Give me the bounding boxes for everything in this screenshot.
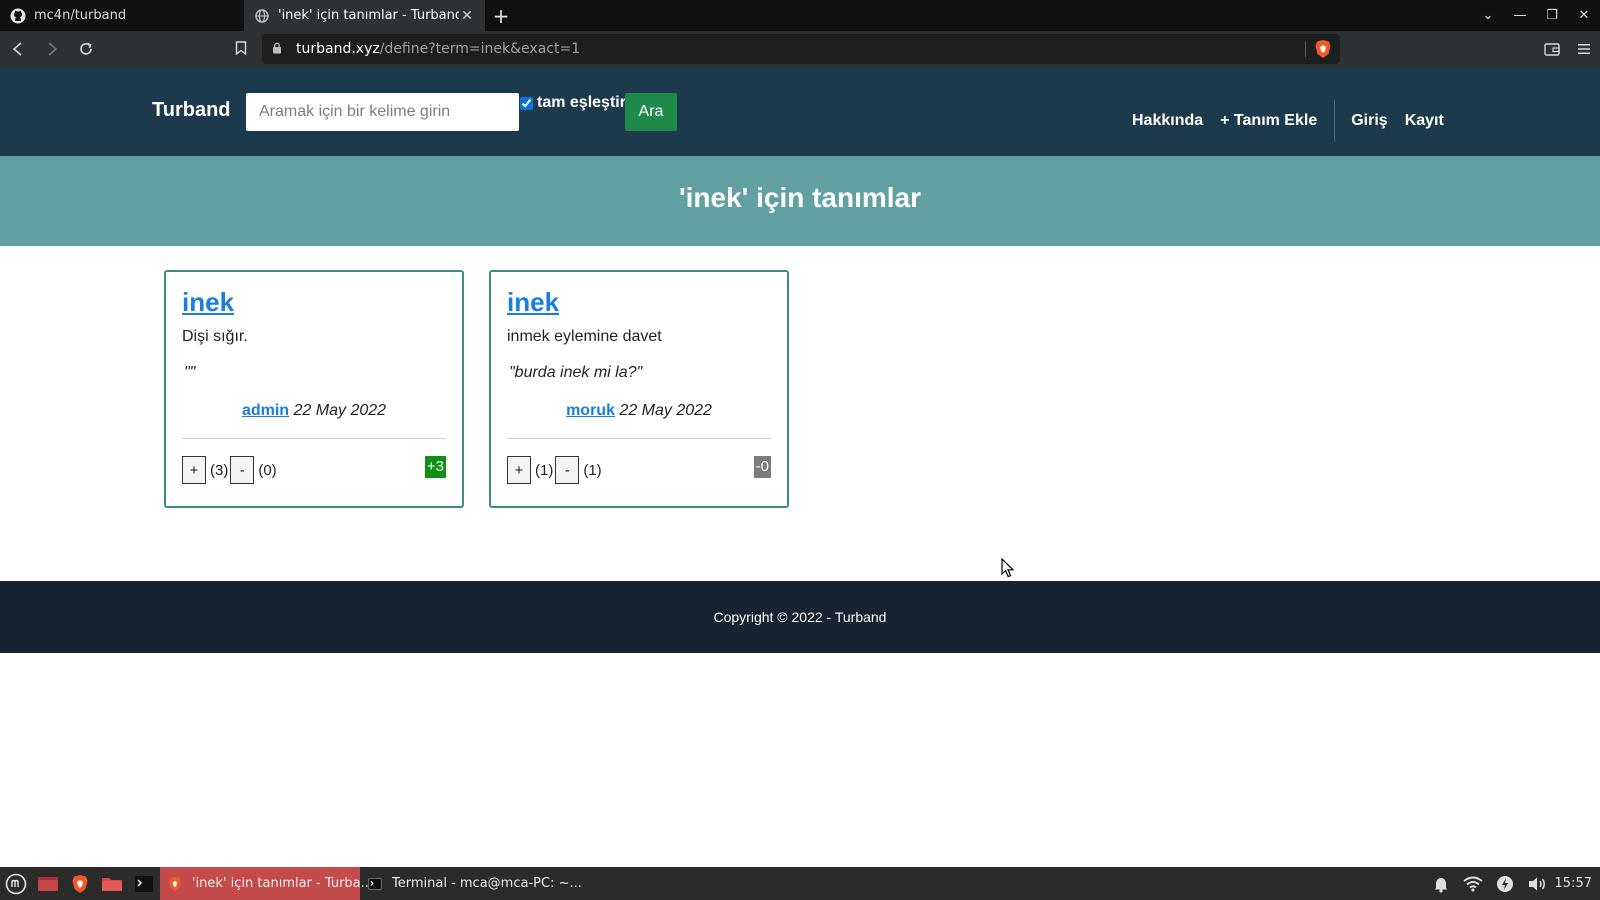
brave-icon (168, 876, 182, 892)
url-separator (1305, 41, 1306, 57)
search-input[interactable] (246, 93, 519, 131)
notification-bell-icon[interactable] (1425, 867, 1457, 900)
score-badge: -0 (753, 456, 771, 478)
vote-row: + (3) - (0) +3 (182, 455, 446, 485)
vote-row: + (1) - (1) -0 (507, 455, 771, 485)
volume-icon[interactable] (1521, 867, 1553, 900)
definition-word-link[interactable]: inek (507, 287, 559, 318)
os-taskbar: 'inek' için tanımlar - Turba... Terminal… (0, 867, 1600, 900)
start-menu-icon[interactable] (0, 867, 32, 900)
reload-icon[interactable] (70, 33, 102, 65)
browser-tab-github[interactable]: mc4n/turband (0, 0, 244, 31)
downvote-count: (1) (583, 461, 602, 479)
definition-text: Dişi sığır. (182, 328, 248, 345)
definition-date: 22 May 2022 (293, 402, 387, 419)
definition-word-link[interactable]: inek (182, 287, 234, 318)
nav-login-link[interactable]: Giriş (1351, 112, 1387, 130)
lock-icon (272, 42, 286, 57)
clock: 15:57 (1554, 876, 1592, 891)
url-path: /define?term=inek&exact=1 (379, 41, 581, 57)
restore-icon[interactable]: ❐ (1536, 0, 1568, 31)
bookmark-icon[interactable] (229, 36, 253, 60)
downvote-count: (0) (258, 461, 277, 479)
downvote-button[interactable]: - (555, 456, 580, 484)
system-tray: 15:57 (1425, 867, 1600, 900)
show-desktop-icon[interactable] (32, 867, 64, 900)
site-footer: Copyright © 2022 - Turband (0, 581, 1600, 653)
browser-right-tools (1536, 31, 1600, 67)
tab-title: 'inek' için tanımlar - Turband (278, 8, 459, 23)
author-link[interactable]: moruk (566, 402, 615, 419)
definition-date: 22 May 2022 (619, 402, 712, 419)
exact-match-label: tam eşleştir (537, 94, 626, 111)
nav-register-link[interactable]: Kayıt (1405, 112, 1444, 130)
taskbar-app-browser[interactable]: 'inek' için tanımlar - Turba... (160, 867, 373, 900)
url-host: turband.xyz (296, 41, 380, 57)
tab-title: mc4n/turband (34, 8, 127, 23)
downvote-button[interactable]: - (230, 456, 255, 484)
copyright-text: Copyright © 2022 - Turband (713, 609, 887, 625)
minimize-icon[interactable]: — (1504, 0, 1536, 31)
definition-card: inek Dişi sığır. "" admin 22 May 2022 + … (164, 270, 464, 508)
definition-text: inmek eylemine davet (507, 328, 662, 345)
definition-meta: moruk 22 May 2022 (507, 402, 771, 439)
back-icon[interactable] (2, 33, 34, 65)
exact-match-toggle[interactable]: tam eşleştir (520, 94, 626, 112)
exact-match-checkbox[interactable] (520, 96, 533, 110)
chevron-down-icon[interactable]: ⌄ (1472, 0, 1504, 31)
brand-logo-link[interactable]: Turband (152, 99, 231, 122)
screen: mc4n/turband 'inek' için tanımlar - Turb… (0, 0, 1600, 900)
browser-tab-turband[interactable]: 'inek' için tanımlar - Turband ✕ (244, 0, 485, 31)
definition-meta: admin 22 May 2022 (182, 402, 446, 439)
github-icon (10, 8, 26, 24)
search-button[interactable]: Ara (625, 93, 677, 131)
nav-links: Hakkında + Tanım Ekle Giriş Kayıt (1132, 100, 1461, 142)
author-link[interactable]: admin (242, 402, 289, 419)
taskbar-app-label: Terminal - mca@mca-PC: ~... (392, 876, 582, 891)
browser-toolbar: turband.xyz/define?term=inek&exact=1 (0, 31, 1600, 67)
wallet-icon[interactable] (1536, 33, 1568, 65)
close-window-icon[interactable]: ✕ (1568, 0, 1600, 31)
score-badge: +3 (424, 456, 446, 478)
page-title: 'inek' için tanımlar (678, 182, 922, 213)
address-bar[interactable]: turband.xyz/define?term=inek&exact=1 (262, 34, 1340, 64)
new-tab-button[interactable]: + (485, 0, 517, 31)
brave-launcher-icon[interactable] (64, 867, 96, 900)
nav-divider (1334, 100, 1336, 142)
browser-tab-strip: mc4n/turband 'inek' için tanımlar - Turb… (0, 0, 1600, 31)
upvote-count: (3) (210, 461, 229, 479)
definition-example: "burda inek mi la?" (509, 364, 643, 381)
power-icon[interactable] (1489, 867, 1521, 900)
menu-icon[interactable] (1568, 33, 1600, 65)
file-manager-icon[interactable] (96, 867, 128, 900)
taskbar-app-label: 'inek' için tanımlar - Turba... (192, 876, 374, 891)
wifi-icon[interactable] (1457, 867, 1489, 900)
site-navbar: Turband tam eşleştir Ara Hakkında + Tanı… (0, 67, 1600, 156)
brave-shield-icon[interactable] (1314, 39, 1332, 63)
taskbar-app-terminal[interactable]: Terminal - mca@mca-PC: ~... (360, 867, 582, 900)
page-header-banner: 'inek' için tanımlar (0, 156, 1600, 246)
definition-example: "" (184, 364, 196, 381)
mouse-cursor-icon (1001, 557, 1015, 582)
globe-icon (254, 8, 270, 24)
forward-icon[interactable] (36, 33, 68, 65)
nav-add-definition-link[interactable]: + Tanım Ekle (1220, 112, 1317, 130)
upvote-count: (1) (535, 461, 554, 479)
upvote-button[interactable]: + (182, 456, 206, 484)
terminal-launcher-icon[interactable] (128, 867, 160, 900)
upvote-button[interactable]: + (507, 456, 531, 484)
nav-about-link[interactable]: Hakkında (1132, 112, 1203, 130)
terminal-icon (368, 876, 382, 892)
definition-card: inek inmek eylemine davet "burda inek mi… (489, 270, 789, 508)
window-controls: ⌄ — ❐ ✕ (1472, 0, 1600, 31)
close-icon[interactable]: ✕ (459, 8, 475, 24)
